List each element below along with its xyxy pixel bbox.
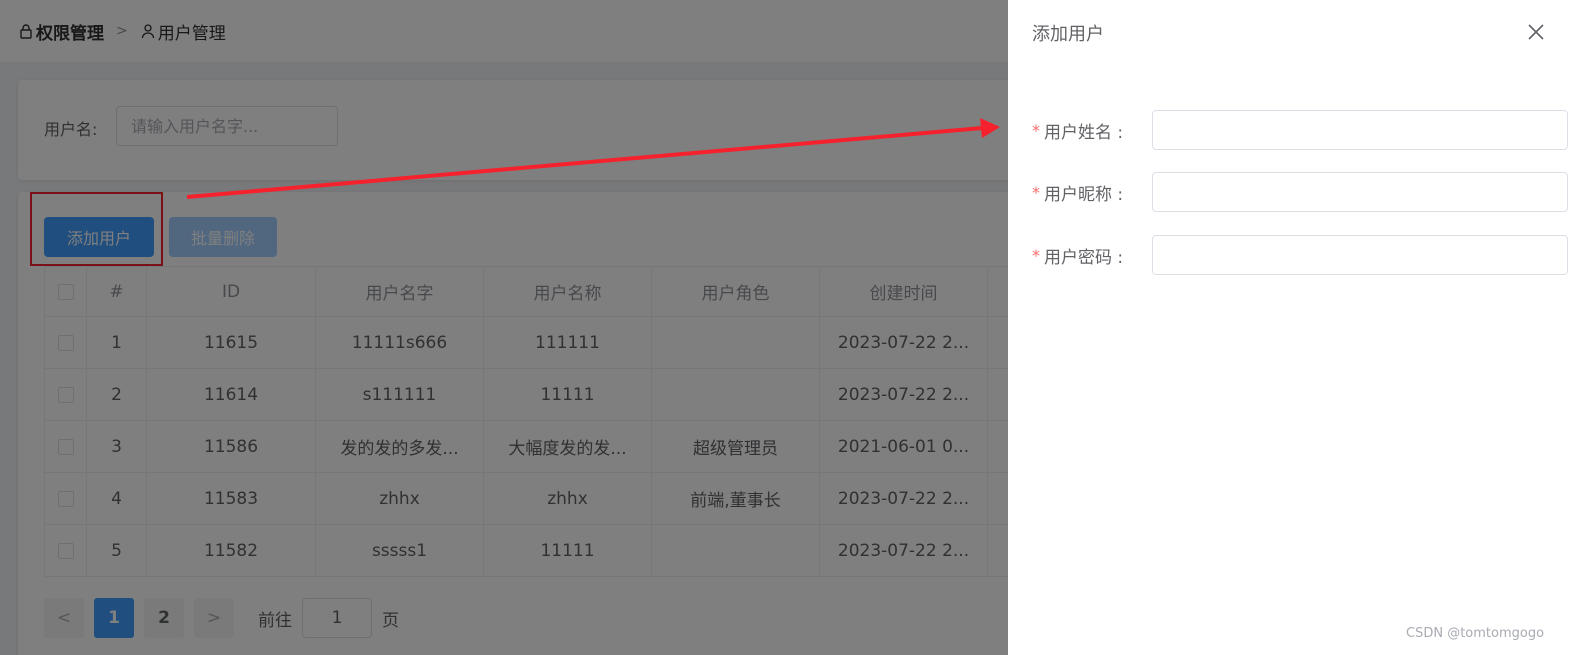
drawer-title: 添加用户 — [1032, 24, 1104, 45]
close-icon[interactable] — [1524, 20, 1548, 44]
watermark: CSDN @tomtomgogo — [1406, 626, 1545, 641]
form-row-fullname: * 用户姓名 : — [1032, 110, 1568, 150]
required-mark: * — [1032, 120, 1040, 140]
required-mark: * — [1032, 182, 1040, 202]
fullname-label: 用户姓名 : — [1044, 122, 1124, 143]
form-row-password: * 用户密码 : — [1032, 235, 1568, 275]
add-user-drawer: 添加用户 * 用户姓名 : * 用户昵称 : * 用户密码 : CSDN @to… — [1008, 0, 1574, 655]
password-input[interactable] — [1152, 235, 1568, 275]
required-mark: * — [1032, 245, 1040, 265]
nickname-label: 用户昵称 : — [1044, 184, 1124, 205]
password-label: 用户密码 : — [1044, 247, 1124, 268]
form-row-nickname: * 用户昵称 : — [1032, 172, 1568, 212]
nickname-input[interactable] — [1152, 172, 1568, 212]
fullname-input[interactable] — [1152, 110, 1568, 150]
